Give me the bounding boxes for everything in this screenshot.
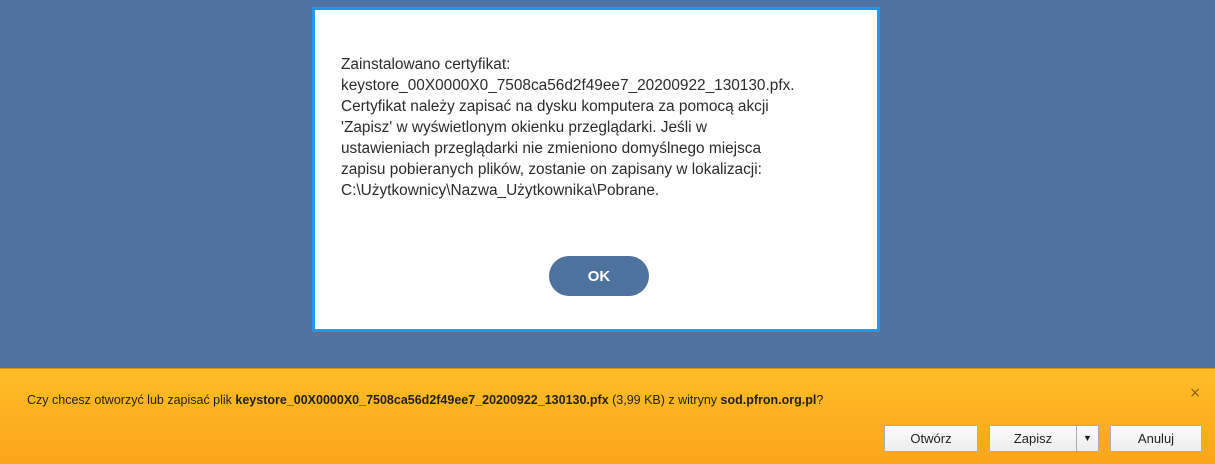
dialog-message: Zainstalowano certyfikat: keystore_00X00… [341, 54, 881, 201]
save-button[interactable]: Zapisz [989, 425, 1077, 452]
message-line: 'Zapisz' w wyświetlonym okienku przegląd… [341, 119, 707, 136]
chevron-down-icon: ▼ [1083, 433, 1092, 443]
file-name: keystore_00X0000X0_7508ca56d2f49ee7_2020… [235, 393, 609, 407]
file-size: (3,99 KB) z witryny [608, 393, 721, 407]
message-line: Zainstalowano certyfikat: [341, 56, 511, 73]
download-prompt: Czy chcesz otworzyć lub zapisać plik key… [27, 393, 823, 407]
open-button[interactable]: Otwórz [884, 425, 978, 452]
message-line: ustawieniach przeglądarki nie zmieniono … [341, 140, 762, 157]
site-name: sod.pfron.org.pl [720, 393, 817, 407]
download-notification-bar: Czy chcesz otworzyć lub zapisać plik key… [0, 368, 1215, 464]
message-line: C:\Użytkownicy\Nazwa_Użytkownika\Pobrane… [341, 182, 660, 199]
message-line: keystore_00X0000X0_7508ca56d2f49ee7_2020… [341, 77, 795, 94]
ok-button[interactable]: OK [549, 256, 649, 296]
message-line: zapisu pobieranych plików, zostanie on z… [341, 161, 762, 178]
cancel-button[interactable]: Anuluj [1110, 425, 1202, 452]
message-line: Certyfikat należy zapisać na dysku kompu… [341, 98, 769, 115]
close-icon[interactable]: × [1189, 385, 1201, 401]
prompt-suffix: ? [816, 393, 824, 407]
certificate-dialog: Zainstalowano certyfikat: keystore_00X00… [312, 7, 880, 332]
prompt-prefix: Czy chcesz otworzyć lub zapisać plik [27, 393, 236, 407]
save-dropdown-button[interactable]: ▼ [1076, 425, 1099, 452]
